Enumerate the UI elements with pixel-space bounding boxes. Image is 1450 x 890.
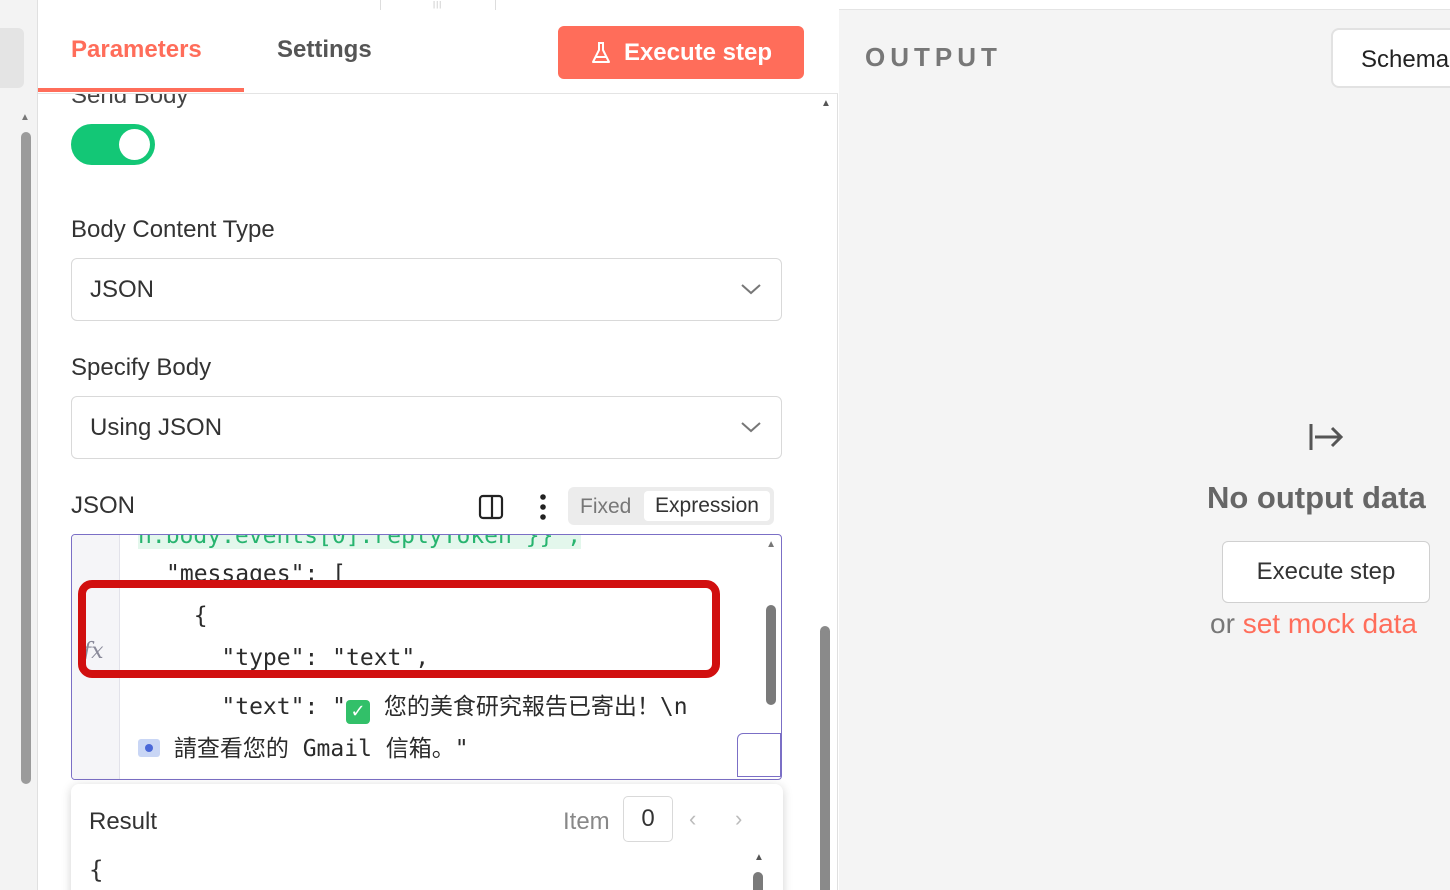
code-line: n.body.events[0].replyToken }}", bbox=[138, 535, 582, 549]
output-top-strip bbox=[839, 0, 1450, 10]
chevron-left-icon[interactable]: ‹ bbox=[689, 806, 696, 832]
execute-step-label: Execute step bbox=[623, 38, 773, 66]
execute-step-secondary-button[interactable]: Execute step bbox=[1222, 541, 1430, 603]
body-content-type-select[interactable]: JSON bbox=[71, 258, 782, 321]
send-body-toggle[interactable] bbox=[71, 124, 155, 165]
parameters-panel: Parameters Settings Execute step Send Bo… bbox=[38, 10, 838, 890]
sidebar-tab[interactable] bbox=[0, 28, 24, 88]
schema-view-button[interactable]: Schema bbox=[1331, 28, 1450, 88]
result-json-preview: { bbox=[89, 856, 104, 884]
scroll-up-icon[interactable]: ▲ bbox=[766, 539, 776, 550]
set-mock-data-link[interactable]: set mock data bbox=[1243, 608, 1417, 639]
fixed-expression-toggle[interactable]: Fixed Expression bbox=[568, 487, 774, 525]
active-tab-indicator bbox=[38, 88, 244, 92]
item-label: Item bbox=[563, 808, 610, 835]
execute-step-button[interactable]: Execute step bbox=[558, 26, 804, 79]
output-title: OUTPUT bbox=[865, 42, 1002, 72]
arrow-right-to-bar-icon bbox=[1309, 424, 1344, 450]
code-line-continuation: 請查看您的 Gmail 信箱。" bbox=[138, 729, 469, 763]
left-sidebar: ▲ bbox=[0, 0, 38, 890]
or-text: or bbox=[1210, 608, 1235, 639]
mode-fixed[interactable]: Fixed bbox=[580, 495, 631, 519]
select-value: Using JSON bbox=[90, 414, 223, 441]
code-text-suffix: 請查看您的 Gmail 信箱。" bbox=[160, 736, 469, 762]
item-index-input[interactable]: 0 bbox=[623, 796, 673, 842]
scroll-up-icon[interactable]: ▲ bbox=[754, 852, 764, 863]
annotation-highlight-box bbox=[78, 580, 720, 678]
toggle-knob bbox=[119, 129, 150, 160]
send-body-label: Send Body bbox=[71, 94, 189, 109]
result-preview: Result Item 0 ‹ › { ▲ bbox=[71, 784, 783, 890]
parameters-content: Send Body Body Content Type JSON Specify… bbox=[38, 94, 838, 890]
editor-scrollbar-thumb[interactable] bbox=[766, 605, 776, 705]
tab-parameters[interactable]: Parameters bbox=[71, 36, 202, 64]
json-field-label: JSON bbox=[71, 492, 136, 519]
specify-body-select[interactable]: Using JSON bbox=[71, 396, 782, 459]
scrollbar-thumb[interactable] bbox=[21, 132, 31, 784]
specify-body-label: Specify Body bbox=[71, 354, 212, 381]
check-mark-icon: ✓ bbox=[346, 700, 371, 724]
split-view-icon[interactable] bbox=[478, 494, 504, 520]
more-vertical-icon[interactable] bbox=[538, 492, 548, 522]
body-content-type-label: Body Content Type bbox=[71, 216, 275, 243]
no-output-title: No output data bbox=[1207, 480, 1426, 515]
code-text-suffix: 您的美食研究報告已寄出！\n bbox=[370, 694, 688, 720]
scroll-up-icon[interactable]: ▲ bbox=[821, 98, 831, 109]
result-title: Result bbox=[89, 808, 158, 835]
code-text-prefix: "text": " bbox=[166, 694, 347, 720]
result-scrollbar-thumb[interactable] bbox=[753, 872, 763, 890]
chevron-right-icon[interactable]: › bbox=[735, 806, 742, 832]
expand-editor-button[interactable] bbox=[737, 733, 781, 777]
mode-expression[interactable]: Expression bbox=[644, 491, 770, 521]
tab-settings[interactable]: Settings bbox=[277, 36, 372, 64]
flask-icon bbox=[591, 41, 610, 63]
code-line-text: "text": " ✓ 您的美食研究報告已寄出！\n bbox=[166, 687, 688, 724]
schema-label: Schema bbox=[1361, 46, 1450, 73]
output-panel: OUTPUT Schema No output data Execute ste… bbox=[839, 10, 1450, 890]
grip-icon: ||| bbox=[433, 0, 443, 9]
panel-tabs: Parameters Settings Execute step bbox=[38, 10, 838, 94]
panel-scrollbar-thumb[interactable] bbox=[820, 626, 830, 890]
chevron-down-icon bbox=[741, 422, 761, 433]
mock-data-hint: or set mock data bbox=[1210, 608, 1417, 640]
top-strip: ||| bbox=[38, 0, 838, 10]
panel-resize-grip[interactable]: ||| bbox=[380, 0, 496, 10]
chevron-down-icon bbox=[741, 284, 761, 295]
select-value: JSON bbox=[90, 276, 155, 303]
scroll-up-icon[interactable]: ▲ bbox=[20, 112, 30, 123]
mailbox-icon bbox=[138, 739, 160, 757]
